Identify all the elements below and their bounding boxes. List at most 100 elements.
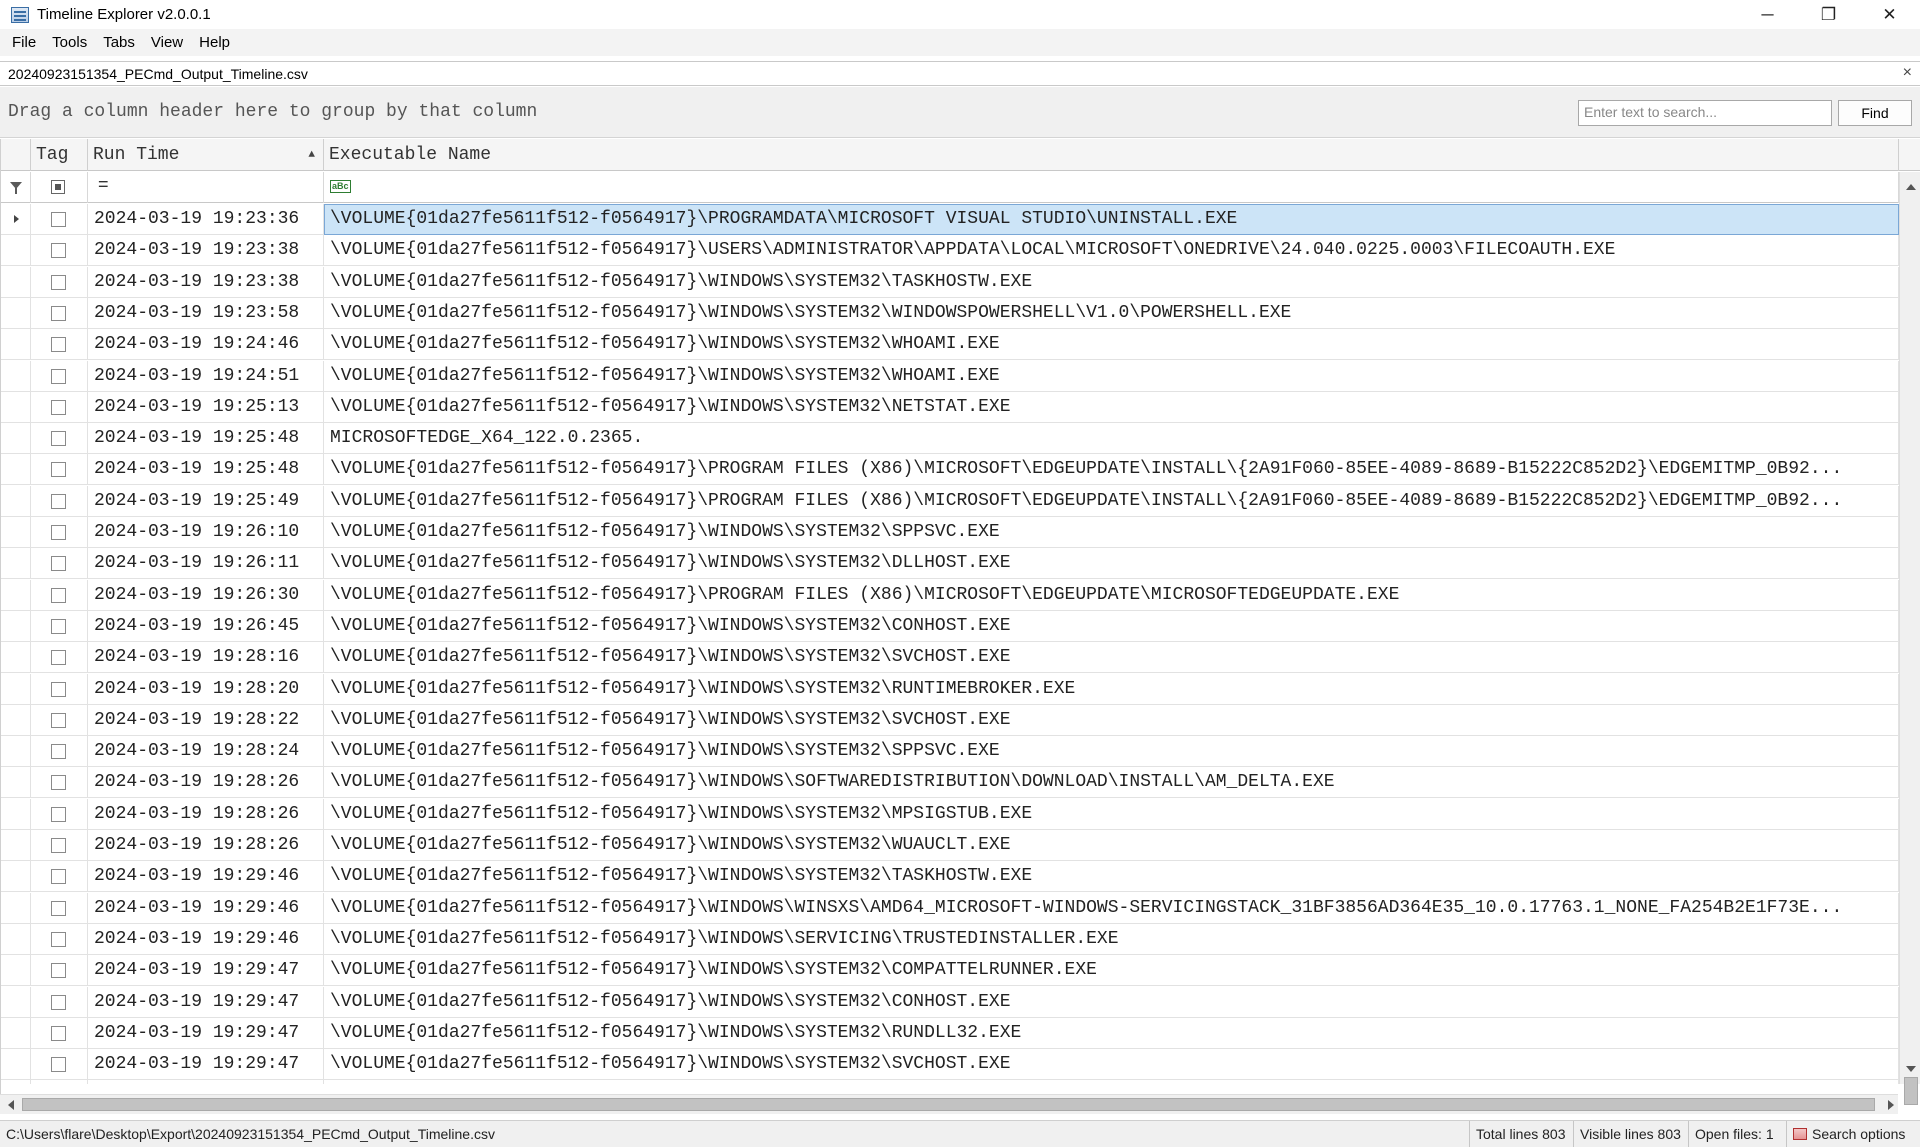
tag-checkbox[interactable] — [51, 963, 66, 978]
table-row[interactable]: 2024-03-19 19:23:38 \VOLUME{01da27fe5611f… — [1, 267, 1899, 298]
run-time-cell[interactable]: 2024-03-19 19:23:38 — [88, 267, 324, 298]
run-time-cell[interactable]: 2024-03-19 19:29:47 — [88, 1080, 324, 1084]
row-indicator[interactable] — [1, 830, 31, 861]
row-indicator[interactable] — [1, 486, 31, 517]
run-time-cell[interactable]: 2024-03-19 19:26:11 — [88, 548, 324, 579]
executable-name-cell[interactable]: \VOLUME{01da27fe5611f512-f0564917}\WINDO… — [324, 830, 1899, 861]
executable-name-cell[interactable]: \VOLUME{01da27fe5611f512-f0564917}\WINDO… — [324, 924, 1899, 955]
menu-file[interactable]: File — [4, 34, 44, 51]
run-time-cell[interactable]: 2024-03-19 19:23:58 — [88, 298, 324, 329]
table-row[interactable]: 2024-03-19 19:26:10 \VOLUME{01da27fe5611f… — [1, 517, 1899, 548]
executable-name-cell[interactable]: \VOLUME{01da27fe5611f512-f0564917}\WINDO… — [324, 705, 1899, 736]
row-indicator[interactable] — [1, 642, 31, 673]
row-indicator[interactable] — [1, 454, 31, 485]
horizontal-scroll-thumb[interactable] — [22, 1098, 1875, 1111]
tag-checkbox[interactable] — [51, 494, 66, 509]
row-indicator[interactable] — [1, 267, 31, 298]
tag-checkbox[interactable] — [51, 838, 66, 853]
executable-name-cell[interactable]: \VOLUME{01da27fe5611f512-f0564917}\WINDO… — [324, 736, 1899, 767]
column-header-tag[interactable]: Tag — [31, 139, 88, 171]
row-indicator[interactable] — [1, 893, 31, 924]
row-indicator[interactable] — [1, 329, 31, 360]
run-time-cell[interactable]: 2024-03-19 19:28:26 — [88, 830, 324, 861]
table-row[interactable]: 2024-03-19 19:23:58 \VOLUME{01da27fe5611f… — [1, 298, 1899, 329]
table-row[interactable]: 2024-03-19 19:24:51 \VOLUME{01da27fe5611f… — [1, 361, 1899, 392]
run-time-cell[interactable]: 2024-03-19 19:29:46 — [88, 893, 324, 924]
tag-checkbox[interactable] — [51, 713, 66, 728]
row-indicator[interactable] — [1, 1049, 31, 1080]
tag-checkbox[interactable] — [51, 744, 66, 759]
executable-name-cell[interactable]: \VOLUME{01da27fe5611f512-f0564917}\WINDO… — [324, 799, 1899, 830]
run-time-cell[interactable]: 2024-03-19 19:28:20 — [88, 674, 324, 705]
run-time-cell[interactable]: 2024-03-19 19:23:36 — [88, 204, 324, 235]
tag-filter-checkbox[interactable] — [51, 180, 65, 194]
document-tab[interactable]: 20240923151354_PECmd_Output_Timeline.csv… — [0, 61, 1920, 86]
tag-checkbox[interactable] — [51, 932, 66, 947]
tag-checkbox[interactable] — [51, 995, 66, 1010]
row-indicator[interactable] — [1, 517, 31, 548]
executable-name-cell[interactable]: \VOLUME{01da27fe5611f512-f0564917}\WINDO… — [324, 1080, 1899, 1084]
executable-name-cell[interactable]: \VOLUME{01da27fe5611f512-f0564917}\WINDO… — [324, 861, 1899, 892]
table-row[interactable]: 2024-03-19 19:26:11 \VOLUME{01da27fe5611f… — [1, 548, 1899, 579]
run-time-cell[interactable]: 2024-03-19 19:25:48 — [88, 454, 324, 485]
table-row[interactable]: 2024-03-19 19:25:48 MICROSOFTEDGE_X64_122… — [1, 423, 1899, 454]
row-indicator[interactable] — [1, 1080, 31, 1084]
run-time-cell[interactable]: 2024-03-19 19:26:45 — [88, 611, 324, 642]
run-time-cell[interactable]: 2024-03-19 19:28:26 — [88, 799, 324, 830]
row-indicator[interactable] — [1, 767, 31, 798]
tag-checkbox[interactable] — [51, 275, 66, 290]
run-time-cell[interactable]: 2024-03-19 19:28:26 — [88, 767, 324, 798]
run-time-cell[interactable]: 2024-03-19 19:24:51 — [88, 361, 324, 392]
filter-cell-executable-name[interactable]: aBc — [324, 172, 1899, 203]
executable-name-cell[interactable]: \VOLUME{01da27fe5611f512-f0564917}\WINDO… — [324, 893, 1899, 924]
row-indicator[interactable] — [1, 1018, 31, 1049]
tag-checkbox[interactable] — [51, 306, 66, 321]
run-time-cell[interactable]: 2024-03-19 19:29:46 — [88, 924, 324, 955]
row-indicator[interactable] — [1, 861, 31, 892]
tag-checkbox[interactable] — [51, 619, 66, 634]
row-indicator[interactable] — [1, 705, 31, 736]
filter-cell-run-time[interactable]: = — [88, 172, 324, 203]
executable-name-cell[interactable]: \VOLUME{01da27fe5611f512-f0564917}\WINDO… — [324, 987, 1899, 1018]
close-button[interactable]: ✕ — [1859, 0, 1920, 29]
executable-name-cell[interactable]: \VOLUME{01da27fe5611f512-f0564917}\WINDO… — [324, 611, 1899, 642]
table-row[interactable]: 2024-03-19 19:29:47\VOLUME{01da27fe5611f… — [1, 1080, 1899, 1084]
run-time-cell[interactable]: 2024-03-19 19:28:22 — [88, 705, 324, 736]
tag-checkbox[interactable] — [51, 337, 66, 352]
table-row[interactable]: 2024-03-19 19:28:22 \VOLUME{01da27fe5611f… — [1, 705, 1899, 736]
tag-checkbox[interactable] — [51, 650, 66, 665]
run-time-cell[interactable]: 2024-03-19 19:29:47 — [88, 1049, 324, 1080]
tag-checkbox[interactable] — [51, 212, 66, 227]
executable-name-cell[interactable]: \VOLUME{01da27fe5611f512-f0564917}\WINDO… — [324, 767, 1899, 798]
executable-name-cell[interactable]: \VOLUME{01da27fe5611f512-f0564917}\WINDO… — [324, 517, 1899, 548]
text-filter-icon[interactable]: aBc — [330, 180, 351, 193]
scroll-up-icon[interactable] — [1906, 184, 1916, 190]
row-indicator[interactable] — [1, 924, 31, 955]
table-row[interactable]: 2024-03-19 19:28:20 \VOLUME{01da27fe5611f… — [1, 674, 1899, 705]
table-row[interactable]: 2024-03-19 19:25:48 \VOLUME{01da27fe5611f… — [1, 454, 1899, 485]
row-indicator[interactable] — [1, 361, 31, 392]
row-indicator[interactable] — [1, 423, 31, 454]
table-row[interactable]: 2024-03-19 19:29:46 \VOLUME{01da27fe5611f… — [1, 861, 1899, 892]
row-indicator[interactable] — [1, 987, 31, 1018]
table-row[interactable]: 2024-03-19 19:29:47\VOLUME{01da27fe5611f… — [1, 987, 1899, 1018]
executable-name-cell[interactable]: \VOLUME{01da27fe5611f512-f0564917}\WINDO… — [324, 392, 1899, 423]
table-row[interactable]: 2024-03-19 19:29:46 \VOLUME{01da27fe5611f… — [1, 893, 1899, 924]
tag-checkbox[interactable] — [51, 682, 66, 697]
tag-checkbox[interactable] — [51, 525, 66, 540]
find-button[interactable]: Find — [1838, 100, 1912, 126]
run-time-cell[interactable]: 2024-03-19 19:24:46 — [88, 329, 324, 360]
run-time-cell[interactable]: 2024-03-19 19:29:47 — [88, 987, 324, 1018]
tag-checkbox[interactable] — [51, 1057, 66, 1072]
executable-name-cell[interactable]: \VOLUME{01da27fe5611f512-f0564917}\PROGR… — [324, 486, 1899, 517]
search-input[interactable]: Enter text to search... — [1578, 100, 1832, 126]
menu-view[interactable]: View — [143, 34, 191, 51]
run-time-cell[interactable]: 2024-03-19 19:26:10 — [88, 517, 324, 548]
tag-checkbox[interactable] — [51, 901, 66, 916]
executable-name-cell[interactable]: \VOLUME{01da27fe5611f512-f0564917}\PROGR… — [324, 454, 1899, 485]
row-indicator[interactable] — [1, 736, 31, 767]
table-row[interactable]: 2024-03-19 19:29:47\VOLUME{01da27fe5611f… — [1, 1018, 1899, 1049]
run-time-cell[interactable]: 2024-03-19 19:26:30 — [88, 580, 324, 611]
row-indicator[interactable] — [1, 580, 31, 611]
row-indicator[interactable] — [1, 204, 31, 235]
